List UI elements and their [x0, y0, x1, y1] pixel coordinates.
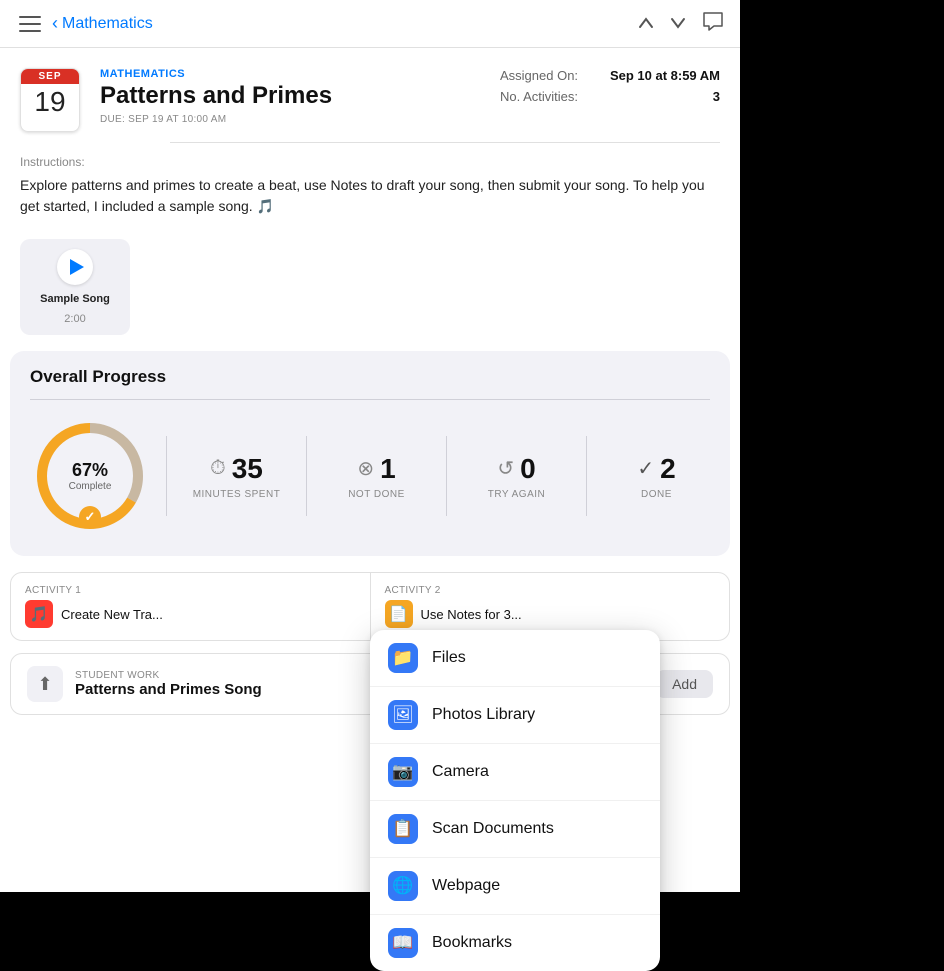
activity-2-icon: 📄 [385, 600, 413, 628]
progress-divider [30, 399, 710, 400]
chevron-left-icon: ‹ [52, 13, 58, 34]
back-label: Mathematics [62, 15, 153, 33]
assigned-value: Sep 10 at 8:59 AM [610, 68, 720, 83]
popup-files-label: Files [432, 649, 466, 667]
back-button[interactable]: ‹ Mathematics [52, 13, 153, 34]
popup-item-webpage[interactable]: 🌐 Webpage [370, 858, 660, 915]
popup-webpage-label: Webpage [432, 877, 500, 895]
popup-bookmarks-label: Bookmarks [432, 934, 512, 952]
camera-icon: 📷 [388, 757, 418, 787]
scan-icon: 📋 [388, 814, 418, 844]
activity-2-name: Use Notes for 3... [421, 607, 522, 622]
sidebar-toggle-button[interactable] [16, 10, 44, 38]
photos-icon: 🖼 [388, 700, 418, 730]
popup-scan-label: Scan Documents [432, 820, 554, 838]
student-work-name: Patterns and Primes Song [75, 681, 262, 698]
stats-divider-3 [446, 436, 447, 516]
donut-check-icon: ✓ [79, 506, 101, 528]
activity-1-name: Create New Tra... [61, 607, 163, 622]
try-again-label: TRY AGAIN [488, 489, 545, 500]
popup-item-scan[interactable]: 📋 Scan Documents [370, 801, 660, 858]
try-again-value: 0 [520, 453, 536, 485]
try-again-icon: ↺ [497, 456, 514, 481]
calendar-month: SEP [21, 69, 79, 84]
clock-icon: ⏱ [210, 457, 226, 480]
activity-1-num: ACTIVITY 1 [25, 585, 356, 596]
stats-divider-2 [306, 436, 307, 516]
minutes-spent-stat: ⏱ 35 MINUTES SPENT [183, 453, 290, 500]
activity-card-1[interactable]: ACTIVITY 1 🎵 Create New Tra... [11, 573, 371, 640]
bookmarks-icon: 📖 [388, 928, 418, 958]
instructions-section: Instructions: Explore patterns and prime… [0, 143, 740, 229]
top-bar: ‹ Mathematics [0, 0, 740, 48]
not-done-stat: ⊗ 1 NOT DONE [323, 453, 430, 500]
files-icon: 📁 [388, 643, 418, 673]
minutes-label: MINUTES SPENT [193, 489, 281, 500]
not-done-value: 1 [380, 453, 396, 485]
comment-button[interactable] [702, 11, 724, 36]
popup-item-photos[interactable]: 🖼 Photos Library [370, 687, 660, 744]
student-work-icon: ⬆ [27, 666, 63, 702]
play-button[interactable] [57, 249, 93, 285]
done-stat: ✓ 2 DONE [603, 453, 710, 500]
assignment-title: Patterns and Primes [100, 82, 480, 110]
progress-section: Overall Progress 67% Complete ✓ [10, 351, 730, 556]
black-panel [740, 0, 944, 892]
due-date: DUE: SEP 19 AT 10:00 AM [100, 114, 480, 125]
stats-divider-1 [166, 436, 167, 516]
not-done-label: NOT DONE [348, 489, 405, 500]
minutes-value: 35 [232, 453, 263, 485]
activity-2-num: ACTIVITY 2 [385, 585, 716, 596]
add-button[interactable]: Add [656, 670, 713, 698]
song-title: Sample Song [40, 293, 110, 305]
done-value: 2 [660, 453, 676, 485]
activities-row-meta: No. Activities: 3 [500, 89, 720, 104]
try-again-stat: ↺ 0 TRY AGAIN [463, 453, 570, 500]
calendar-day: 19 [21, 84, 79, 120]
activities-label: No. Activities: [500, 89, 578, 104]
donut-percentage: 67% [69, 460, 112, 481]
activity-1-icon: 🎵 [25, 600, 53, 628]
popup-menu: 📁 Files 🖼 Photos Library 📷 Camera 📋 Scan… [370, 630, 660, 971]
student-work-label: STUDENT WORK [75, 670, 262, 681]
popup-camera-label: Camera [432, 763, 489, 781]
donut-chart: 67% Complete ✓ [30, 416, 150, 536]
popup-item-files[interactable]: 📁 Files [370, 630, 660, 687]
donut-label: Complete [69, 481, 112, 492]
progress-stats: 67% Complete ✓ ⏱ 35 MINUTES SPENT ⊗ 1 [30, 416, 710, 536]
song-duration: 2:00 [64, 313, 85, 325]
popup-photos-label: Photos Library [432, 706, 535, 724]
donut-center: 67% Complete [69, 460, 112, 492]
instructions-label: Instructions: [20, 155, 720, 169]
assigned-on-row: Assigned On: Sep 10 at 8:59 AM [500, 68, 720, 83]
student-work-left: ⬆ STUDENT WORK Patterns and Primes Song [27, 666, 262, 702]
assignment-title-block: MATHEMATICS Patterns and Primes DUE: SEP… [100, 68, 480, 125]
popup-item-camera[interactable]: 📷 Camera [370, 744, 660, 801]
activities-value: 3 [713, 89, 720, 104]
not-done-icon: ⊗ [357, 456, 374, 481]
instructions-text: Explore patterns and primes to create a … [20, 175, 720, 217]
webpage-icon: 🌐 [388, 871, 418, 901]
calendar-icon: SEP 19 [20, 68, 80, 132]
done-label: DONE [641, 489, 672, 500]
assignment-meta: Assigned On: Sep 10 at 8:59 AM No. Activ… [500, 68, 720, 104]
play-triangle-icon [70, 259, 84, 275]
popup-item-bookmarks[interactable]: 📖 Bookmarks [370, 915, 660, 971]
progress-title: Overall Progress [30, 367, 710, 387]
done-icon: ✓ [637, 456, 654, 481]
subject-label: MATHEMATICS [100, 68, 480, 80]
stats-divider-4 [586, 436, 587, 516]
nav-down-button[interactable] [670, 13, 686, 34]
sample-song-card[interactable]: Sample Song 2:00 [20, 239, 130, 335]
nav-up-button[interactable] [638, 13, 654, 34]
assigned-label: Assigned On: [500, 68, 578, 83]
assignment-header: SEP 19 MATHEMATICS Patterns and Primes D… [0, 48, 740, 142]
